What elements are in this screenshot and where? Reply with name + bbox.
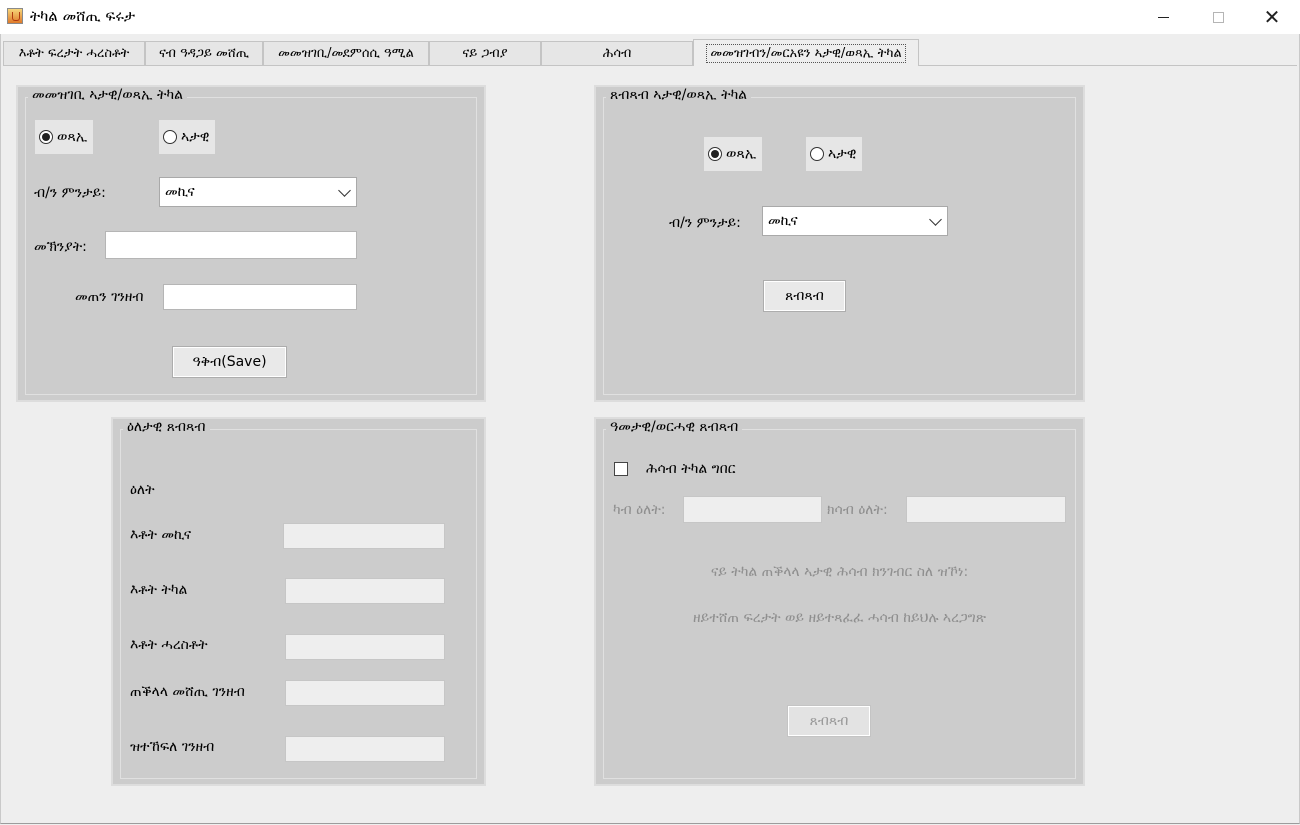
paid-amount-label: ዝተኸፍለ ገንዘብ — [130, 739, 215, 755]
close-icon: ✕ — [1263, 5, 1281, 29]
tab-sales-to-buyer[interactable]: ናብ ዓዳጋይ መሸጢ — [145, 41, 263, 65]
java-app-icon — [7, 8, 23, 24]
radio-selected-icon — [708, 147, 722, 161]
period-report-panel: ዓመታዊ/ወርሓዊ ጸብጻብ ሕሳብ ትካል ግበር ካብ ዕለት: ክሳብ ዕ… — [594, 417, 1085, 786]
report-radio-income[interactable]: ኣታዊ — [806, 137, 863, 171]
car-income-label: እቶት መኪና — [130, 527, 192, 543]
daily-date-label: ዕለት — [130, 482, 155, 498]
chevron-down-icon — [338, 184, 351, 197]
maximize-icon — [1212, 11, 1224, 23]
report-type-label: ብ/ን ምንታይ: — [669, 215, 741, 231]
daily-report-panel: ዕለታዊ ጸብጻብ ዕለት እቶት መኪና እቶት ትካል እቶት ሓረስቶት … — [111, 417, 486, 786]
minimize-icon — [1157, 16, 1169, 18]
report-radio-expense[interactable]: ወጻኢ — [704, 137, 763, 171]
window-title: ትካል መሸጢ ፍሩታ — [30, 7, 136, 25]
paid-amount-field — [285, 736, 445, 762]
note-line-2: ዘይተሸጠ ፍረታት ወይ ዘይተጻፈፈ ሓሳብ ከይህሉ ኣረጋግጽ — [693, 610, 986, 626]
register-panel: መመዝገቢ ኣታዊ/ወጻኢ ትካል ወጻኢ ኣታዊ ብ/ን ምንታይ: መኪና … — [16, 85, 486, 402]
close-button[interactable]: ✕ — [1249, 0, 1295, 34]
register-type-select[interactable]: መኪና — [159, 177, 357, 207]
register-amount-input[interactable] — [163, 284, 357, 310]
tab-divider — [3, 65, 1297, 66]
radio-unselected-icon — [163, 130, 177, 144]
company-income-field — [285, 578, 445, 604]
from-date-label: ካብ ዕለት: — [613, 502, 666, 518]
save-button[interactable]: ዓቅብ(Save) — [172, 346, 287, 378]
company-account-label: ሕሳብ ትካል ግበር — [646, 461, 736, 477]
chevron-down-icon — [929, 213, 942, 226]
farmer-income-label: እቶት ሓረስቶት — [130, 637, 208, 653]
register-type-label: ብ/ን ምንታይ: — [34, 185, 106, 201]
period-panel-title: ዓመታዊ/ወርሓዊ ጸብጻብ — [606, 419, 743, 435]
register-reason-label: መኽንያት: — [34, 239, 87, 255]
report-panel: ጸብጻብ ኣታዊ/ወጻኢ ትካል ወጻኢ ኣታዊ ብ/ን ምንታይ: መኪና ጸ… — [594, 85, 1085, 402]
minimize-button[interactable] — [1140, 0, 1186, 34]
to-date-label: ክሳብ ዕለት: — [827, 502, 888, 518]
company-income-label: እቶት ትካል — [130, 582, 188, 598]
register-amount-label: መጠን ገንዘብ — [75, 289, 144, 305]
radio-unselected-icon — [810, 147, 824, 161]
total-sales-field — [285, 680, 445, 706]
tab-farmer-income[interactable]: እቶት ፍረታት ሓረስቶት — [3, 41, 145, 65]
to-date-input[interactable] — [906, 496, 1066, 523]
tab-accounting[interactable]: ሕሳብ — [541, 41, 693, 65]
register-reason-input[interactable] — [105, 231, 357, 259]
car-income-field — [283, 523, 445, 549]
report-panel-title: ጸብጻብ ኣታዊ/ወጻኢ ትካል — [606, 87, 752, 103]
total-sales-label: ጠቕላላ መሸጢ ገንዘብ — [130, 684, 245, 700]
daily-panel-title: ዕለታዊ ጸብጻብ — [123, 419, 210, 435]
farmer-income-field — [285, 634, 445, 660]
report-button[interactable]: ጸብጻብ — [763, 280, 846, 312]
note-line-1: ናይ ትካል ጠቕላላ ኣታዊ ሕሳብ ክንገብር ስለ ዝኾነ: — [710, 564, 969, 580]
register-panel-title: መመዝገቢ ኣታዊ/ወጻኢ ትካል — [28, 87, 187, 103]
register-radio-expense[interactable]: ወጻኢ — [35, 120, 94, 154]
company-account-checkbox[interactable] — [614, 462, 628, 476]
period-report-button[interactable]: ጸብጻብ — [787, 705, 871, 737]
radio-selected-icon — [39, 130, 53, 144]
maximize-button[interactable] — [1195, 0, 1241, 34]
tab-company-income-expense[interactable]: መመዝገብን/መርአዩን ኣታዊ/ወጻኢ ትካል — [693, 39, 919, 66]
from-date-input[interactable] — [683, 496, 822, 523]
tab-customer-register[interactable]: መመዝገቢ/መደምሰሲ ዓሚል — [263, 41, 429, 65]
tab-garden[interactable]: ናይ ጋብያ — [429, 41, 541, 65]
title-bar: ትካል መሸጢ ፍሩታ ✕ — [0, 0, 1300, 34]
register-radio-income[interactable]: ኣታዊ — [159, 120, 216, 154]
report-type-select[interactable]: መኪና — [762, 206, 948, 236]
